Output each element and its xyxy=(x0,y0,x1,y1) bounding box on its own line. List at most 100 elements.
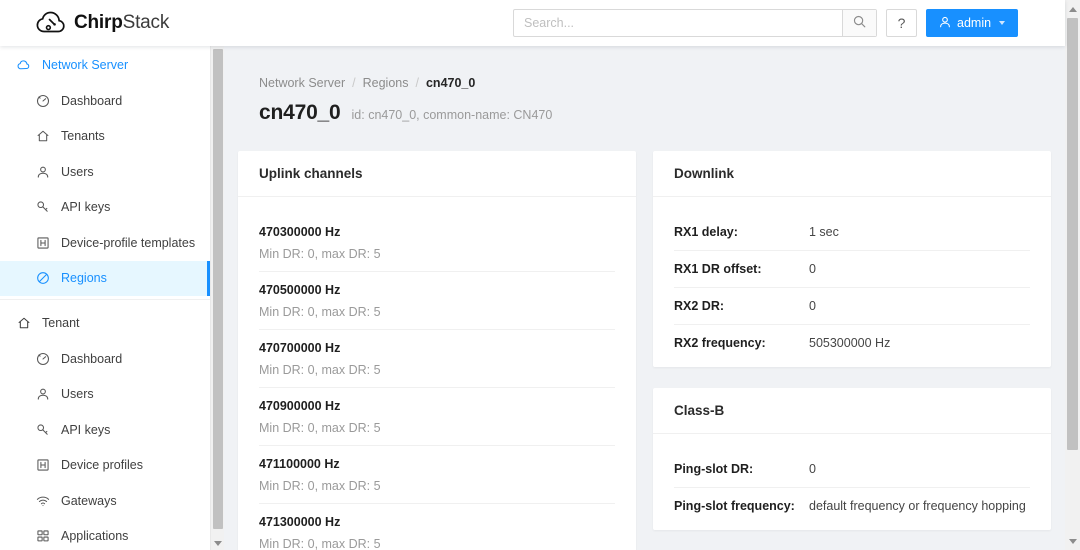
sidebar-item-label: Device profiles xyxy=(61,458,143,472)
app-root: ChirpStack ? xyxy=(0,0,1080,550)
uplink-channel-row: 470500000 Hz Min DR: 0, max DR: 5 xyxy=(259,272,615,330)
downlink-key: RX2 frequency: xyxy=(674,336,809,350)
cloud-icon xyxy=(17,58,31,72)
downlink-key: RX2 DR: xyxy=(674,299,809,313)
sidebar-item-users[interactable]: Users xyxy=(0,154,210,190)
user-menu-button[interactable]: admin xyxy=(926,9,1018,37)
home-icon xyxy=(17,316,31,330)
sidebar-item-label: Dashboard xyxy=(61,94,122,108)
uplink-channel-datarate: Min DR: 0, max DR: 5 xyxy=(259,421,615,435)
downlink-value: 505300000 Hz xyxy=(809,336,890,350)
uplink-channel-datarate: Min DR: 0, max DR: 5 xyxy=(259,363,615,377)
sidebar-item-label: Users xyxy=(61,165,94,179)
sidebar-item-applications[interactable]: Applications xyxy=(0,519,210,550)
sidebar-scrollbar[interactable] xyxy=(210,46,224,550)
sidebar-item-gateways[interactable]: Gateways xyxy=(0,483,210,519)
sidebar-divider xyxy=(0,299,210,300)
sidebar-section-tenant[interactable]: Tenant xyxy=(0,304,210,341)
uplink-channel-datarate: Min DR: 0, max DR: 5 xyxy=(259,537,615,550)
search-input[interactable] xyxy=(514,10,842,36)
cloud-logo-icon xyxy=(36,11,66,35)
page-scroll-up-button[interactable] xyxy=(1065,2,1080,16)
uplink-channel-row: 471100000 Hz Min DR: 0, max DR: 5 xyxy=(259,446,615,504)
sidebar-section-network-server[interactable]: Network Server xyxy=(0,46,210,83)
uplink-channel-datarate: Min DR: 0, max DR: 5 xyxy=(259,305,615,319)
search-box[interactable] xyxy=(513,9,877,37)
classb-card: Class-B Ping-slot DR:0Ping-slot frequenc… xyxy=(653,388,1051,530)
help-button[interactable]: ? xyxy=(886,9,917,37)
downlink-value: 0 xyxy=(809,262,816,276)
sidebar-item-regions[interactable]: Regions xyxy=(0,261,210,297)
page-header: cn470_0 id: cn470_0, common-name: CN470 xyxy=(259,101,1065,125)
brand-logo-group[interactable]: ChirpStack xyxy=(36,11,169,35)
triangle-up-icon xyxy=(1069,7,1077,12)
sidebar-item-tenants[interactable]: Tenants xyxy=(0,119,210,155)
uplink-channel-frequency: 471100000 Hz xyxy=(259,457,615,471)
breadcrumb-separator: / xyxy=(416,76,419,90)
chevron-down-icon xyxy=(999,21,1005,25)
triangle-down-icon xyxy=(214,541,222,546)
downlink-key: RX1 delay: xyxy=(674,225,809,239)
sidebar-section-label: Tenant xyxy=(42,316,80,330)
downlink-title: Downlink xyxy=(653,151,1051,197)
sidebar-item-api-keys[interactable]: API keys xyxy=(0,412,210,448)
user-icon xyxy=(939,16,951,31)
uplink-channel-row: 470300000 HzMin DR: 0, max DR: 5 xyxy=(259,214,615,272)
uplink-channels-card: Uplink channels 470300000 HzMin DR: 0, m… xyxy=(238,151,636,550)
uplink-channel-frequency: 470700000 Hz xyxy=(259,341,615,355)
sidebar-item-label: Users xyxy=(61,387,94,401)
classb-value: default frequency or frequency hopping xyxy=(809,499,1026,513)
page-scrollbar[interactable] xyxy=(1065,0,1080,550)
downlink-row: RX2 DR:0 xyxy=(674,288,1030,325)
breadcrumb-item-current: cn470_0 xyxy=(426,76,475,90)
search-button[interactable] xyxy=(842,10,876,36)
brand-title: ChirpStack xyxy=(74,12,169,34)
sidebar-item-dashboard[interactable]: Dashboard xyxy=(0,341,210,377)
sidebar-item-users[interactable]: Users xyxy=(0,377,210,413)
wifi-icon xyxy=(36,494,50,508)
user-icon xyxy=(36,165,50,179)
downlink-card: Downlink RX1 delay:1 secRX1 DR offset:0R… xyxy=(653,151,1051,367)
sidebar-item-device-profiles[interactable]: Device profiles xyxy=(0,448,210,484)
downlink-row: RX1 delay:1 sec xyxy=(674,214,1030,251)
left-column: Uplink channels 470300000 HzMin DR: 0, m… xyxy=(238,151,636,550)
sidebar-item-label: API keys xyxy=(61,423,110,437)
downlink-row: RX2 frequency:505300000 Hz xyxy=(674,325,1030,361)
classb-title: Class-B xyxy=(653,388,1051,434)
page-scroll-down-button[interactable] xyxy=(1065,534,1080,548)
sidebar-scrollbar-thumb[interactable] xyxy=(213,49,223,529)
page-subtitle: id: cn470_0, common-name: CN470 xyxy=(352,108,553,122)
sidebar-item-label: Gateways xyxy=(61,494,117,508)
cards-grid: Uplink channels 470300000 HzMin DR: 0, m… xyxy=(238,151,1065,550)
main-content: Network Server/Regions/cn470_0 cn470_0 i… xyxy=(225,46,1065,550)
uplink-channel-datarate: Min DR: 0, max DR: 5 xyxy=(259,247,615,261)
classb-list: Ping-slot DR:0Ping-slot frequency:defaul… xyxy=(653,434,1051,530)
header-actions: ? admin xyxy=(513,9,1018,37)
breadcrumb-item[interactable]: Network Server xyxy=(259,76,345,90)
sidebar-scroll-down-button[interactable] xyxy=(211,536,225,550)
sidebar-item-dashboard[interactable]: Dashboard xyxy=(0,83,210,119)
breadcrumb-item[interactable]: Regions xyxy=(363,76,409,90)
uplink-channel-frequency: 471300000 Hz xyxy=(259,515,615,529)
uplink-channel-row: 470900000 HzMin DR: 0, max DR: 5 xyxy=(259,388,615,446)
sidebar-item-label: Regions xyxy=(61,271,107,285)
app-header: ChirpStack ? xyxy=(0,0,1065,46)
page-scrollbar-thumb[interactable] xyxy=(1067,18,1078,450)
sidebar-section-label: Network Server xyxy=(42,58,128,72)
search-icon xyxy=(853,15,866,31)
classb-key: Ping-slot DR: xyxy=(674,462,809,476)
user-icon xyxy=(36,387,50,401)
uplink-channel-frequency: 470500000 Hz xyxy=(259,283,615,297)
home-icon xyxy=(36,129,50,143)
sidebar-item-device-profile-templates[interactable]: Device-profile templates xyxy=(0,225,210,261)
classb-value: 0 xyxy=(809,462,816,476)
brand-bold: Chirp xyxy=(74,12,123,33)
sidebar-item-label: Applications xyxy=(61,529,128,543)
sidebar-item-label: Tenants xyxy=(61,129,105,143)
downlink-list: RX1 delay:1 secRX1 DR offset:0RX2 DR:0RX… xyxy=(653,197,1051,367)
breadcrumb: Network Server/Regions/cn470_0 xyxy=(259,76,1065,90)
uplink-channels-title: Uplink channels xyxy=(238,151,636,197)
sidebar-item-api-keys[interactable]: API keys xyxy=(0,190,210,226)
uplink-channel-datarate: Min DR: 0, max DR: 5 xyxy=(259,479,615,493)
right-column: Downlink RX1 delay:1 secRX1 DR offset:0R… xyxy=(653,151,1051,550)
